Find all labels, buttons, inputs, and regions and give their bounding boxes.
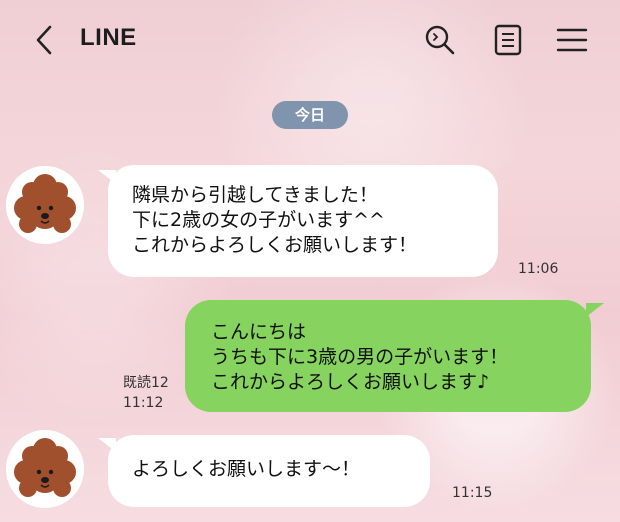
menu-icon[interactable] bbox=[554, 22, 590, 58]
chat-header: LINE bbox=[0, 0, 620, 80]
message-time: 11:12 bbox=[123, 395, 164, 411]
message-bubble-received[interactable]: よろしくお願いします〜！ bbox=[108, 435, 430, 507]
read-receipt: 既読12 bbox=[123, 375, 169, 391]
message-time: 11:06 bbox=[518, 261, 559, 277]
avatar[interactable] bbox=[6, 430, 84, 508]
poodle-avatar-icon bbox=[14, 438, 76, 497]
avatar[interactable] bbox=[6, 166, 84, 244]
poodle-avatar-icon bbox=[14, 174, 76, 233]
notes-icon[interactable] bbox=[490, 22, 526, 58]
message-time: 11:15 bbox=[452, 485, 493, 501]
date-separator: 今日 bbox=[272, 101, 348, 129]
message-bubble-received[interactable]: 隣県から引越してきました！ 下に2歳の女の子がいます^^ これからよろしくお願い… bbox=[108, 165, 498, 277]
search-icon[interactable] bbox=[422, 22, 458, 58]
back-arrow-icon[interactable] bbox=[30, 22, 60, 58]
bubble-tail bbox=[586, 303, 604, 317]
message-bubble-sent[interactable]: こんにちは うちも下に3歳の男の子がいます！ これからよろしくお願いします♪ bbox=[185, 300, 591, 412]
chat-title: LINE bbox=[80, 24, 137, 51]
